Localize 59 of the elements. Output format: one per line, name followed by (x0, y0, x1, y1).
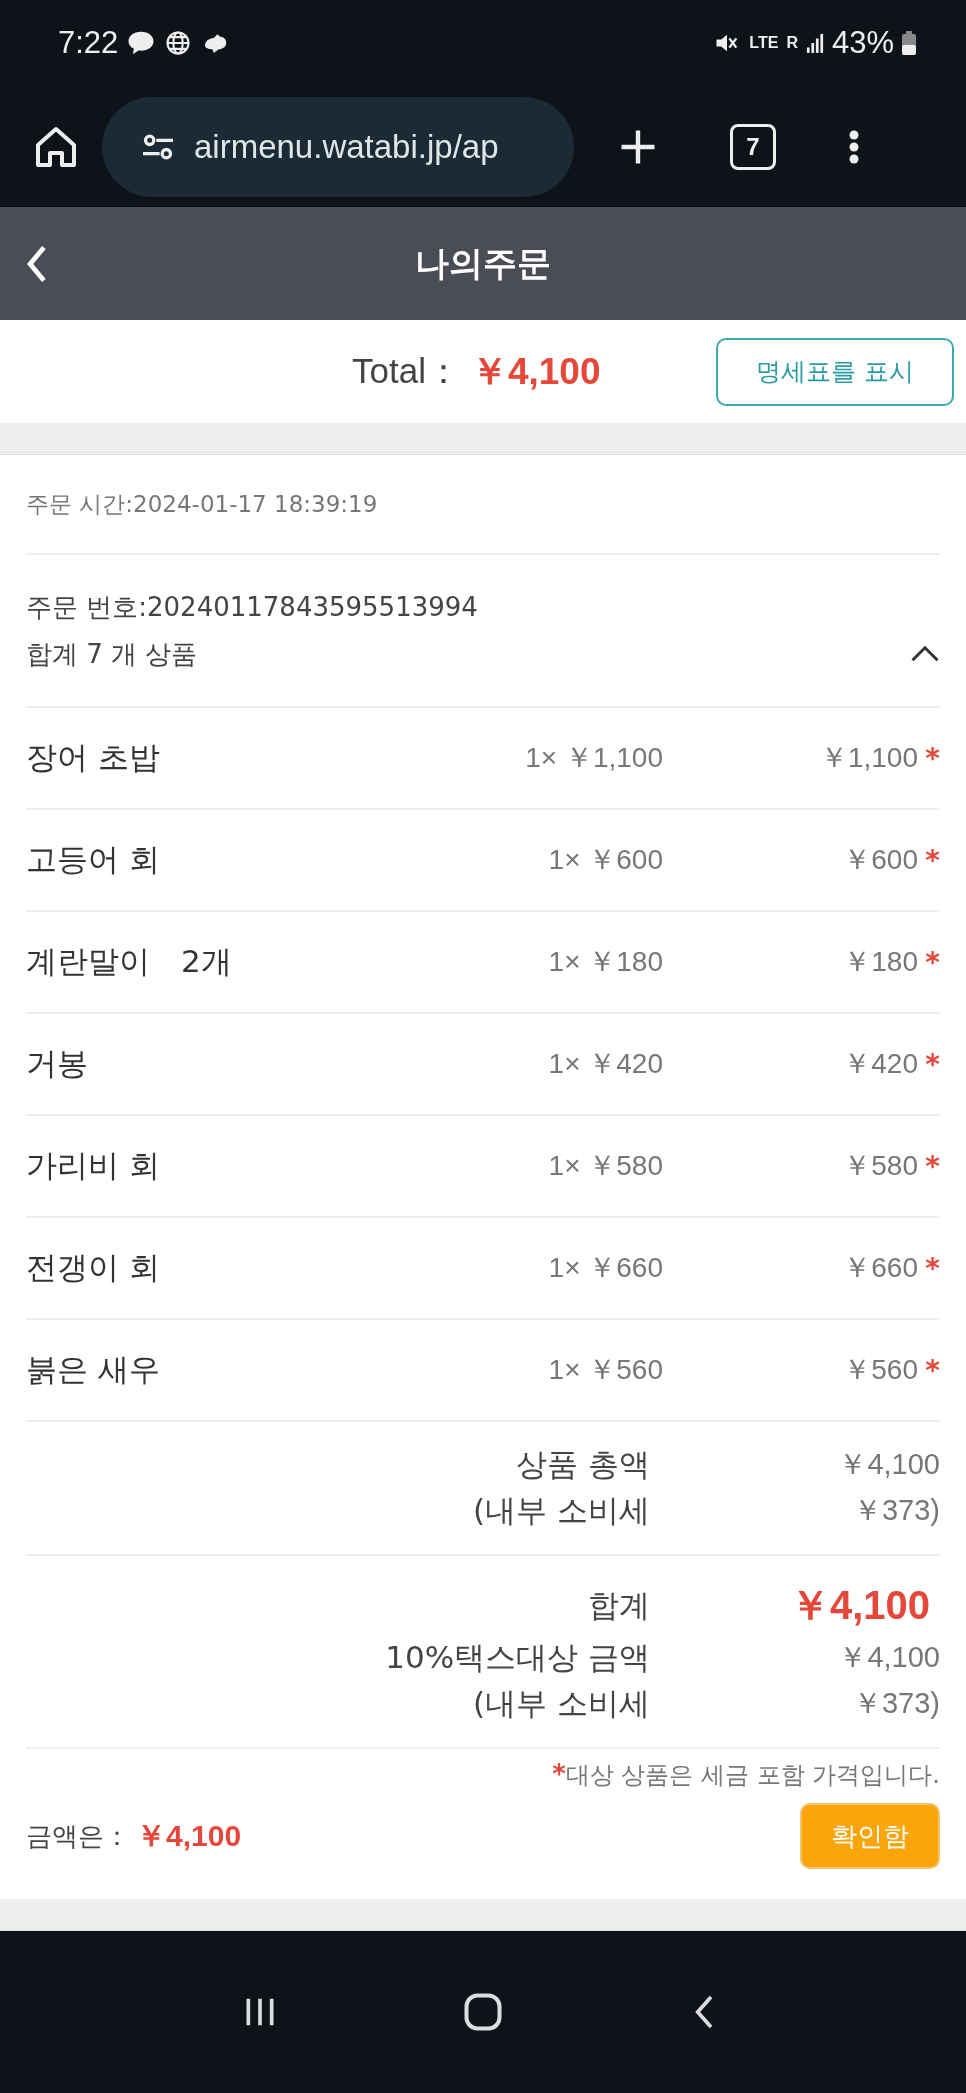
tax-mark: * (924, 843, 940, 877)
summary-value: ￥373) (851, 1493, 940, 1528)
roaming-indicator: R (786, 34, 798, 52)
back-icon[interactable] (26, 244, 48, 284)
item-name: 거봉 (26, 1044, 89, 1083)
tax-mark: * (924, 1251, 940, 1285)
item-quantity-price: 1× ￥660 (547, 1251, 663, 1285)
amount-value: ￥4,100 (136, 1817, 242, 1854)
item-total: ￥420 (842, 1047, 918, 1081)
item-name: 장어 초밥 (26, 738, 161, 777)
battery-icon (902, 31, 916, 55)
summary-label: 상품 총액 (516, 1445, 650, 1484)
summary-value: ￥4,100 (837, 1447, 940, 1482)
order-number: 주문 번호:20240117843595513994 (26, 590, 479, 624)
item-quantity-price: 1× ￥580 (547, 1149, 663, 1183)
item-total: ￥660 (842, 1251, 918, 1285)
item-name: 고등어 회 (26, 840, 161, 879)
item-total: ￥180 (842, 945, 918, 979)
item-total: ￥1,100 (818, 741, 918, 775)
tax-mark: * (552, 1759, 566, 1791)
item-quantity-price: 1× ￥420 (547, 1047, 663, 1081)
chevron-up-icon[interactable] (910, 645, 940, 663)
order-time: 주문 시간:2024-01-17 18:39:19 (26, 489, 378, 519)
item-quantity-price: 1× ￥560 (547, 1353, 663, 1387)
status-time: 7:22 (58, 25, 119, 61)
item-name: 붉은 새우 (26, 1350, 161, 1389)
summary-label: (내부 소비세 (473, 1684, 650, 1723)
summary-value: ￥4,100 (788, 1582, 931, 1629)
item-name: 가리비 회 (26, 1146, 161, 1185)
url-text: airmenu.watabi.jp/ap (194, 127, 499, 166)
summary-value: ￥4,100 (837, 1640, 940, 1675)
home-button-icon[interactable] (461, 1990, 505, 2034)
item-count: 합계 7 개 상품 (26, 637, 198, 671)
tax-mark: * (924, 1047, 940, 1081)
total-amount: ￥4,100 (470, 349, 601, 394)
page-title: 나의주문 (415, 241, 551, 285)
summary-label: 10%택스대상 금액 (385, 1638, 650, 1677)
item-total: ￥560 (842, 1353, 918, 1387)
total-label: Total： (352, 350, 461, 392)
tax-mark: * (924, 1149, 940, 1183)
summary-value: ￥373) (851, 1686, 940, 1721)
tab-count-button[interactable]: 7 (730, 123, 776, 170)
item-total: ￥580 (842, 1149, 918, 1183)
address-bar[interactable]: airmenu.watabi.jp/ap (102, 96, 574, 197)
battery-percent: 43% (831, 25, 894, 61)
network-type: LTE (749, 34, 779, 52)
summary-label: 합계 (588, 1585, 650, 1625)
tax-mark: * (924, 945, 940, 979)
item-name: 계란말이 2개 (26, 942, 233, 981)
tax-mark: * (924, 741, 940, 775)
summary-label: (내부 소비세 (473, 1491, 650, 1530)
item-name: 전갱이 회 (26, 1248, 161, 1287)
tax-note: 대상 상품은 세금 포함 가격입니다. (565, 1760, 940, 1791)
item-quantity-price: 1× ￥180 (547, 945, 663, 979)
item-total: ￥600 (842, 843, 918, 877)
item-quantity-price: 1× ￥1,100 (524, 741, 663, 775)
tax-mark: * (924, 1353, 940, 1387)
amount-label: 금액은： (26, 1819, 130, 1853)
item-quantity-price: 1× ￥600 (547, 843, 663, 877)
